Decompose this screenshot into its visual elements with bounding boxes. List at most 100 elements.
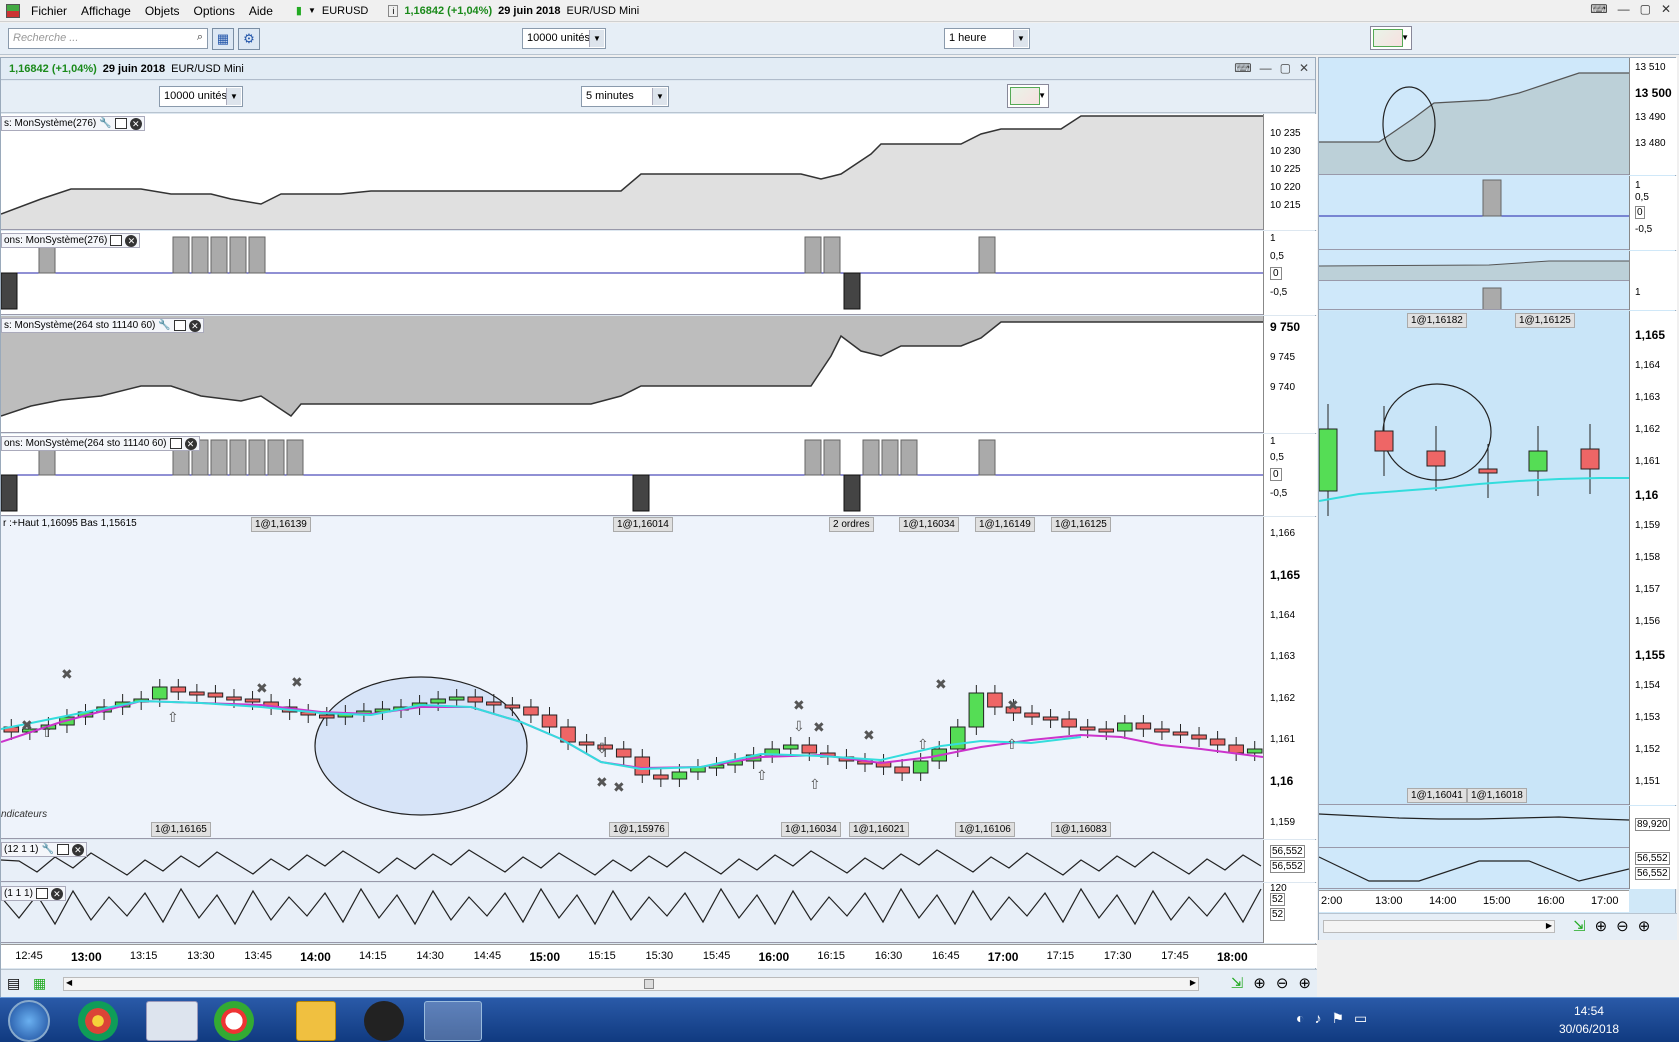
- hourly-positions-panel-2[interactable]: [1319, 282, 1629, 310]
- window-icon[interactable]: [173, 320, 186, 331]
- zoom-in-icon[interactable]: ⊕: [1298, 974, 1311, 992]
- folder-icon[interactable]: [296, 1001, 336, 1041]
- window-icon[interactable]: [114, 118, 127, 129]
- units-select[interactable]: 10000 unités ▼: [522, 28, 606, 49]
- window-icon[interactable]: [169, 438, 182, 449]
- robot-icon[interactable]: ⚙: [238, 28, 260, 50]
- zoom-out-icon[interactable]: ⊖: [1276, 974, 1289, 992]
- order-tag[interactable]: 1@1,16139: [251, 517, 311, 532]
- hourly-indicator-panel-1[interactable]: [1319, 806, 1629, 848]
- flag-icon[interactable]: ⚑: [1331, 1010, 1344, 1027]
- maximize-icon[interactable]: ▢: [1280, 61, 1291, 75]
- zoom-out-icon[interactable]: ⊖: [1616, 917, 1629, 935]
- order-tag[interactable]: 1@1,16106: [955, 822, 1015, 837]
- menu-fichier[interactable]: Fichier: [24, 4, 74, 18]
- battery-icon[interactable]: ▭: [1354, 1010, 1367, 1027]
- hourly-price-panel[interactable]: 1@1,16182 1@1,16125 1@1,16041 1@1,16018: [1319, 311, 1629, 805]
- horizontal-scrollbar[interactable]: ◀ ▶: [63, 977, 1199, 991]
- scroll-right-icon[interactable]: ▶: [1546, 921, 1552, 930]
- indicator-panel-2[interactable]: (1 1 1) ✕: [1, 883, 1263, 943]
- order-tag[interactable]: 1@1,16041: [1407, 788, 1467, 803]
- snipping-tool-icon[interactable]: [146, 1001, 198, 1041]
- close-icon[interactable]: ✕: [129, 117, 142, 130]
- chart-type-button[interactable]: ▼: [1007, 84, 1049, 108]
- order-tag[interactable]: 1@1,16149: [975, 517, 1035, 532]
- order-tag[interactable]: 1@1,16083: [1051, 822, 1111, 837]
- equity-panel-1[interactable]: s: MonSystème(276) 🔧 ✕: [1, 114, 1263, 230]
- close-icon[interactable]: ✕: [125, 234, 138, 247]
- ticker-dropdown-icon[interactable]: ▼: [308, 6, 316, 15]
- order-tag[interactable]: 1@1,16182: [1407, 313, 1467, 328]
- order-tag[interactable]: 1@1,16125: [1515, 313, 1575, 328]
- order-tag[interactable]: 1@1,16034: [899, 517, 959, 532]
- hourly-positions-panel[interactable]: [1319, 176, 1629, 250]
- price-panel[interactable]: ✖ ✖ ✖ ✖ ✖ ✖ ✖ ✖ ✖ ✖ ✖ ⇧ ⇧ ⇧ ⇧ ⇧ ⇧ ⇩ ⇩ r :+Haut 1,16095 Bas…: [1, 517, 1263, 839]
- hourly-equity-panel-2[interactable]: [1319, 251, 1629, 281]
- picasa-icon[interactable]: [214, 1001, 254, 1041]
- close-icon[interactable]: ✕: [50, 887, 63, 900]
- window-icon[interactable]: [110, 235, 123, 246]
- hourly-horizontal-scrollbar[interactable]: ▶: [1323, 920, 1555, 933]
- table-icon[interactable]: ▤: [7, 975, 20, 992]
- order-tag[interactable]: 1@1,16125: [1051, 517, 1111, 532]
- indicator-panel-1[interactable]: (12 1 1) 🔧 ✕: [1, 840, 1263, 882]
- menu-options[interactable]: Options: [187, 4, 242, 18]
- zoom-in-icon[interactable]: ⊕: [1638, 917, 1651, 935]
- ticker-symbol[interactable]: EURUSD: [322, 5, 368, 17]
- candle-icon[interactable]: ▮: [296, 4, 302, 17]
- positions-panel-1[interactable]: ons: MonSystème(276) ✕: [1, 231, 1263, 315]
- close-icon[interactable]: ✕: [1299, 61, 1309, 75]
- grid-icon[interactable]: ▦: [33, 975, 46, 992]
- hourly-equity-panel[interactable]: [1319, 58, 1629, 175]
- zoom-fit-icon[interactable]: ⊕: [1595, 917, 1608, 935]
- equity-panel-2[interactable]: s: MonSystème(264 sto 11140 60) 🔧 ✕: [1, 316, 1263, 433]
- order-tag[interactable]: 1@1,16014: [613, 517, 673, 532]
- close-icon[interactable]: ✕: [71, 843, 84, 856]
- speaker-icon[interactable]: ♪: [1314, 1010, 1321, 1027]
- scroll-left-icon[interactable]: ◀: [66, 978, 72, 987]
- window-icon[interactable]: [56, 844, 69, 855]
- keyboard-icon[interactable]: ⌨: [1234, 61, 1251, 75]
- timeframe-select[interactable]: 1 heure ▼: [944, 28, 1030, 49]
- scroll-thumb[interactable]: [644, 979, 654, 989]
- minimize-icon[interactable]: —: [1260, 61, 1272, 75]
- close-icon[interactable]: ✕: [184, 437, 197, 450]
- wrench-icon[interactable]: 🔧: [41, 844, 53, 855]
- search-icon[interactable]: ⌕: [197, 31, 203, 44]
- order-tag[interactable]: 1@1,16034: [781, 822, 841, 837]
- info-icon[interactable]: i: [388, 4, 399, 17]
- hourly-indicator-panel-2[interactable]: [1319, 849, 1629, 889]
- order-tag[interactable]: 2 ordres: [829, 517, 874, 532]
- auto-scale-icon[interactable]: ⇲: [1231, 974, 1244, 992]
- wrench-icon[interactable]: 🔧: [99, 118, 111, 129]
- app-icon-c[interactable]: [364, 1001, 404, 1041]
- zoom-fit-icon[interactable]: ⊕: [1253, 974, 1266, 992]
- chart-type-button[interactable]: ▼: [1370, 26, 1412, 50]
- chart-timeframe-select[interactable]: 5 minutes ▼: [581, 86, 669, 107]
- chrome-icon[interactable]: [78, 1001, 118, 1041]
- menu-aide[interactable]: Aide: [242, 4, 280, 18]
- search-input[interactable]: Recherche ... ⌕: [8, 28, 208, 49]
- menu-objets[interactable]: Objets: [138, 4, 187, 18]
- close-icon[interactable]: ✕: [1661, 2, 1671, 16]
- prorealtime-taskbar-icon[interactable]: [424, 1001, 482, 1041]
- wrench-icon[interactable]: 🔧: [158, 320, 170, 331]
- keyboard-icon[interactable]: ⌨: [1590, 2, 1607, 16]
- order-tag[interactable]: 1@1,15976: [609, 822, 669, 837]
- scroll-right-icon[interactable]: ▶: [1190, 978, 1196, 987]
- window-icon[interactable]: [35, 888, 48, 899]
- menu-affichage[interactable]: Affichage: [74, 4, 138, 18]
- close-icon[interactable]: ✕: [188, 319, 201, 332]
- positions-panel-2[interactable]: ons: MonSystème(264 sto 11140 60) ✕: [1, 434, 1263, 516]
- chart-units-select[interactable]: 10000 unités ▼: [159, 86, 243, 107]
- network-icon[interactable]: ◐: [1296, 1010, 1304, 1027]
- order-tag[interactable]: 1@1,16018: [1467, 788, 1527, 803]
- chart-window-icon[interactable]: ▦: [212, 28, 234, 50]
- minimize-icon[interactable]: —: [1618, 2, 1630, 16]
- order-tag[interactable]: 1@1,16165: [151, 822, 211, 837]
- start-button[interactable]: [8, 1000, 50, 1042]
- order-tag[interactable]: 1@1,16021: [849, 822, 909, 837]
- restore-icon[interactable]: ▢: [1640, 2, 1651, 16]
- auto-scale-icon[interactable]: ⇲: [1573, 917, 1586, 935]
- clock[interactable]: 14:54 30/06/2018: [1559, 1002, 1619, 1038]
